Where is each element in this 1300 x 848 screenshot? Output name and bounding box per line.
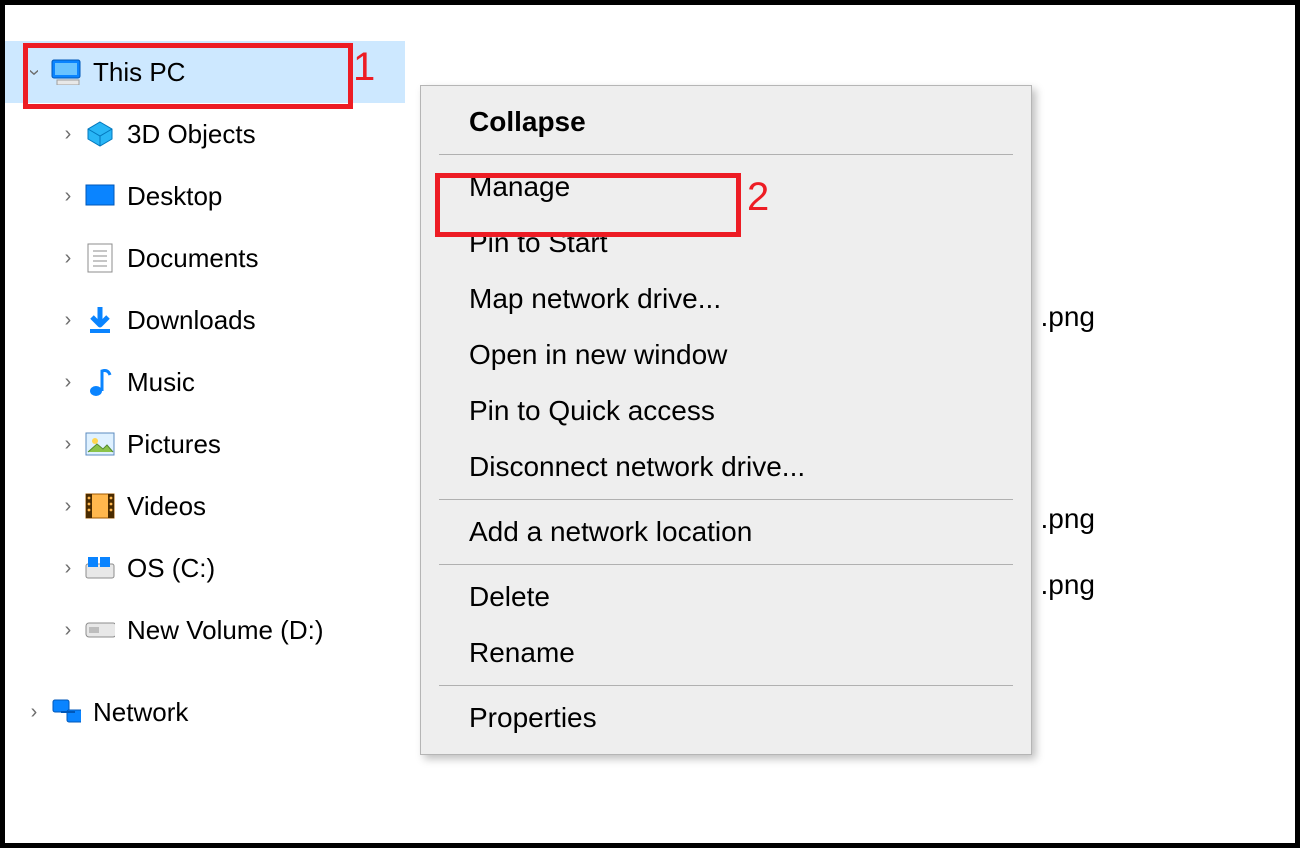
tree-item-network[interactable]: › Network [5,681,405,743]
3d-objects-icon [85,119,115,149]
file-name-fragment: .png [1041,503,1096,535]
music-icon [85,367,115,397]
tree-item-documents[interactable]: › Documents [5,227,405,289]
tree-item-desktop[interactable]: › Desktop [5,165,405,227]
separator [439,564,1013,565]
chevron-right-icon[interactable]: › [57,433,79,456]
ctx-add-network-location[interactable]: Add a network location [421,504,1031,560]
chevron-down-icon[interactable]: › [23,61,46,83]
drive-icon [85,615,115,645]
tree-label: OS (C:) [127,553,215,584]
ctx-collapse[interactable]: Collapse [421,94,1031,150]
chevron-right-icon[interactable]: › [57,123,79,146]
ctx-delete[interactable]: Delete [421,569,1031,625]
drive-icon [85,553,115,583]
tree-label: Pictures [127,429,221,460]
videos-icon [85,491,115,521]
tree-item-this-pc[interactable]: › This PC [5,41,405,103]
tree-label: This PC [93,57,185,88]
ctx-disconnect-drive[interactable]: Disconnect network drive... [421,439,1031,495]
tree-item-new-volume-d[interactable]: › New Volume (D:) [5,599,405,661]
chevron-right-icon[interactable]: › [57,185,79,208]
chevron-right-icon[interactable]: › [57,247,79,270]
ctx-pin-to-start[interactable]: Pin to Start [421,215,1031,271]
tree-label: Desktop [127,181,222,212]
tree-item-videos[interactable]: › Videos [5,475,405,537]
annotation-number-1: 1 [353,45,375,90]
annotated-screenshot: › This PC › 3D Objects › Desktop › [0,0,1300,848]
chevron-right-icon[interactable]: › [57,619,79,642]
pictures-icon [85,429,115,459]
documents-icon [85,243,115,273]
chevron-right-icon[interactable]: › [23,701,45,724]
tree-item-os-c[interactable]: › OS (C:) [5,537,405,599]
tree-label: New Volume (D:) [127,615,324,646]
ctx-pin-to-quick-access[interactable]: Pin to Quick access [421,383,1031,439]
desktop-icon [85,181,115,211]
tree-label: Documents [127,243,259,274]
tree-item-3d-objects[interactable]: › 3D Objects [5,103,405,165]
ctx-rename[interactable]: Rename [421,625,1031,681]
tree-item-pictures[interactable]: › Pictures [5,413,405,475]
ctx-open-in-new-window[interactable]: Open in new window [421,327,1031,383]
tree-item-downloads[interactable]: › Downloads [5,289,405,351]
separator [439,685,1013,686]
tree-item-music[interactable]: › Music [5,351,405,413]
chevron-right-icon[interactable]: › [57,495,79,518]
downloads-icon [85,305,115,335]
tree-label: Music [127,367,195,398]
network-icon [51,697,81,727]
file-name-fragment: .png [1041,569,1096,601]
navigation-tree: › This PC › 3D Objects › Desktop › [5,5,405,743]
context-menu: Collapse Manage Pin to Start Map network… [420,85,1032,755]
this-pc-icon [51,57,81,87]
ctx-map-network-drive[interactable]: Map network drive... [421,271,1031,327]
ctx-properties[interactable]: Properties [421,690,1031,746]
annotation-number-2: 2 [747,175,769,220]
separator [439,154,1013,155]
chevron-right-icon[interactable]: › [57,371,79,394]
ctx-manage[interactable]: Manage [421,159,1031,215]
tree-label: Network [93,697,188,728]
tree-label: 3D Objects [127,119,256,150]
chevron-right-icon[interactable]: › [57,557,79,580]
tree-label: Downloads [127,305,256,336]
tree-label: Videos [127,491,206,522]
file-name-fragment: .png [1041,301,1096,333]
chevron-right-icon[interactable]: › [57,309,79,332]
separator [439,499,1013,500]
